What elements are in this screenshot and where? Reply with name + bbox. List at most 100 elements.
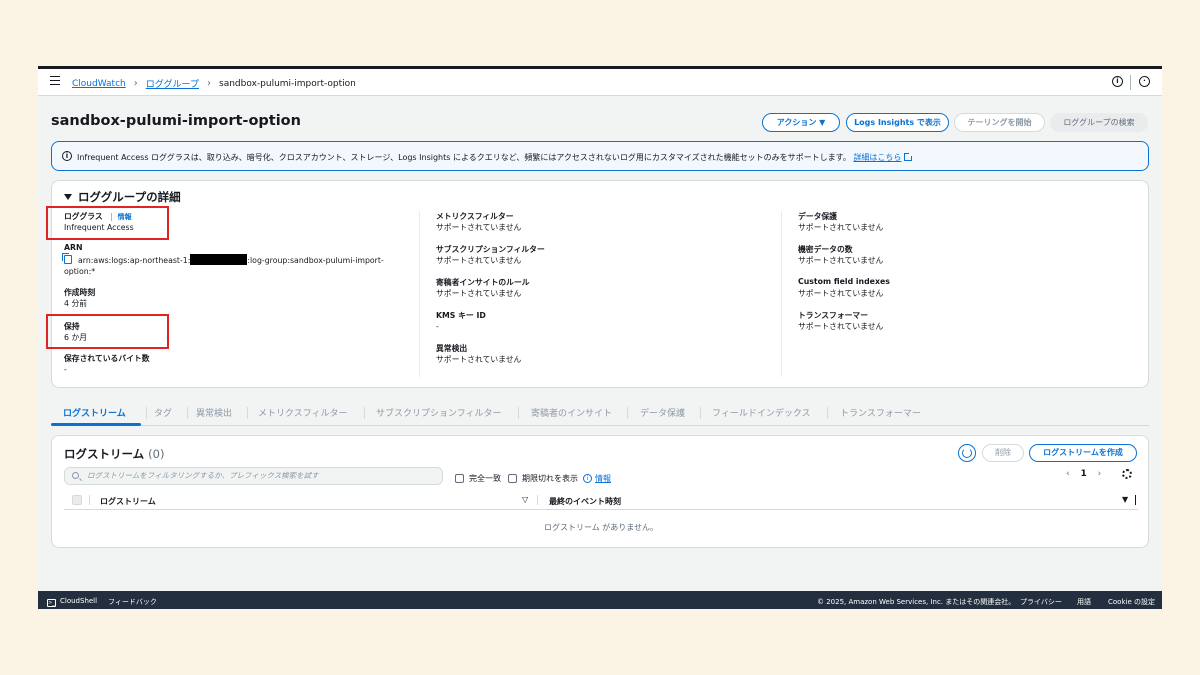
column-header-last-event[interactable]: 最終のイベント時刻 (549, 496, 621, 507)
chevron-right-icon: › (207, 78, 212, 89)
terms-link[interactable]: 用語 (1077, 597, 1091, 607)
stored-bytes-value: - (64, 365, 67, 374)
privacy-link[interactable]: プライバシー (1020, 597, 1062, 607)
sort-descending-icon[interactable]: ▼ (1122, 495, 1128, 504)
breadcrumb: CloudWatch › ロググループ › sandbox-pulumi-imp… (72, 77, 356, 90)
field-kms-key: KMS キー ID - (436, 310, 545, 332)
tab-tags[interactable]: タグ (154, 406, 172, 419)
field-sensitive-data-count: 機密データの数 サポートされていません (798, 244, 890, 266)
breadcrumb-log-groups[interactable]: ロググループ (146, 77, 199, 90)
anomaly-detection-value: サポートされていません (436, 355, 522, 364)
delete-button[interactable]: 削除 (982, 444, 1024, 462)
create-log-stream-button[interactable]: ログストリームを作成 (1029, 444, 1137, 462)
data-protection-value: サポートされていません (798, 223, 884, 232)
settings-icon[interactable]: · (1139, 76, 1150, 87)
select-all-checkbox[interactable] (72, 495, 82, 505)
console-footer: >_ CloudShell フィードバック © 2025, Amazon Web … (38, 591, 1162, 609)
info-icon: i (62, 151, 72, 161)
field-contributor-insights: 寄稿者インサイトのルール サポートされていません (436, 277, 545, 299)
tab-divider (187, 407, 188, 419)
table-header: ログストリーム ▽ 最終のイベント時刻 ▼ (64, 492, 1138, 510)
show-expired-checkbox[interactable]: 期限切れを表示 i 情報 (508, 473, 611, 484)
actions-button[interactable]: アクション ▼ (762, 113, 840, 132)
tab-divider (247, 407, 248, 419)
details-column-3: データ保護 サポートされていません 機密データの数 サポートされていません Cu… (798, 211, 890, 331)
page-title: sandbox-pulumi-import-option (51, 113, 301, 129)
field-stored-bytes: 保存されているバイト数 - (64, 353, 384, 375)
banner-text: Infrequent Access ロググラスは、取り込み、暗号化、クロスアカウ… (77, 153, 851, 162)
custom-field-indexes-value: サポートされていません (798, 289, 884, 298)
field-custom-field-indexes: Custom field indexes サポートされていません (798, 277, 890, 299)
column-divider (781, 211, 782, 377)
tab-data-protection[interactable]: データ保護 (640, 406, 685, 419)
field-data-protection: データ保護 サポートされていません (798, 211, 890, 233)
info-icon: i (583, 474, 592, 483)
tab-transformer[interactable]: トランスフォーマー (840, 406, 921, 419)
field-anomaly-detection: 異常検出 サポートされていません (436, 343, 545, 365)
transformer-label: トランスフォーマー (798, 311, 869, 320)
details-column-2: メトリクスフィルター サポートされていません サブスクリプションフィルター サポ… (436, 211, 545, 364)
terminal-icon: >_ (47, 599, 56, 607)
console-frame: CloudWatch › ロググループ › sandbox-pulumi-imp… (38, 66, 1162, 609)
breadcrumb-current: sandbox-pulumi-import-option (219, 78, 356, 89)
feedback-link[interactable]: フィードバック (108, 597, 157, 607)
learn-more-link[interactable]: 詳細はこちら (853, 152, 914, 162)
empty-state-text: ログストリーム がありません。 (543, 523, 659, 532)
info-banner: i Infrequent Access ロググラスは、取り込み、暗号化、クロスア… (51, 141, 1149, 171)
tab-field-indexes[interactable]: フィールドインデックス (712, 406, 811, 419)
metric-filters-value: サポートされていません (436, 223, 522, 232)
top-bar: CloudWatch › ロググループ › sandbox-pulumi-imp… (38, 69, 1162, 96)
search-icon (72, 472, 79, 479)
tab-metric-filters[interactable]: メトリクスフィルター (258, 406, 348, 419)
copy-icon[interactable] (62, 253, 72, 264)
log-streams-title: ログストリーム (0) (64, 447, 165, 461)
start-tailing-button[interactable]: テーリングを開始 (954, 113, 1045, 132)
menu-icon[interactable] (50, 76, 60, 85)
metric-filters-label: メトリクスフィルター (436, 212, 514, 221)
search-log-group-button[interactable]: ロググループの検索 (1050, 113, 1148, 132)
column-header-log-stream[interactable]: ログストリーム (100, 496, 156, 507)
sensitive-data-count-label: 機密データの数 (798, 245, 853, 254)
tab-subscription-filters[interactable]: サブスクリプションフィルター (376, 406, 502, 419)
kms-key-label: KMS キー ID (436, 311, 486, 320)
pagination: ‹ 1 › (1066, 469, 1101, 479)
page-number[interactable]: 1 (1080, 469, 1086, 479)
column-divider (1135, 495, 1136, 505)
field-created: 作成時刻 4 分前 (64, 287, 384, 309)
refresh-icon[interactable] (958, 444, 976, 462)
cloudshell-button[interactable]: >_ CloudShell (47, 597, 97, 607)
sort-icon[interactable]: ▽ (522, 495, 528, 504)
exact-match-checkbox[interactable]: 完全一致 (455, 473, 501, 484)
logs-insights-button[interactable]: Logs Insights で表示 (846, 113, 949, 132)
next-page-icon[interactable]: › (1098, 469, 1102, 479)
tab-contributor-insights[interactable]: 寄稿者のインサイト (531, 406, 612, 419)
prev-page-icon[interactable]: ‹ (1066, 469, 1070, 479)
breadcrumb-cloudwatch[interactable]: CloudWatch (72, 79, 126, 89)
redacted-account-id (190, 254, 248, 265)
tab-divider (364, 407, 365, 419)
log-stream-search-input[interactable]: ログストリームをフィルタリングするか、プレフィックス検索を試す (64, 467, 443, 485)
log-streams-count: (0) (148, 447, 165, 461)
data-protection-label: データ保護 (798, 212, 837, 221)
field-subscription-filters: サブスクリプションフィルター サポートされていません (436, 244, 545, 266)
info-link[interactable]: 情報 (595, 473, 611, 484)
active-tab-indicator (51, 423, 141, 426)
contributor-insights-label: 寄稿者インサイトのルール (436, 278, 530, 287)
details-toggle[interactable]: ロググループの詳細 (64, 189, 181, 205)
contributor-insights-value: サポートされていません (436, 289, 522, 298)
arn-label: ARN (64, 243, 83, 252)
tab-divider (627, 407, 628, 419)
highlight-box-retention (46, 314, 169, 349)
info-icon[interactable]: i (1112, 76, 1123, 87)
tab-log-streams[interactable]: ログストリーム (63, 406, 126, 419)
field-arn: ARN arn:aws:logs:ap-northeast-1::log-gro… (62, 243, 384, 277)
checkbox-box (455, 474, 464, 483)
tab-anomaly-detection[interactable]: 異常検出 (196, 406, 232, 419)
tab-divider (827, 407, 828, 419)
cookie-settings-link[interactable]: Cookie の設定 (1108, 597, 1155, 607)
gear-icon[interactable] (1122, 469, 1132, 479)
copyright-text: © 2025, Amazon Web Services, Inc. またはその関… (817, 598, 1016, 606)
field-metric-filters: メトリクスフィルター サポートされていません (436, 211, 545, 233)
custom-field-indexes-label: Custom field indexes (798, 277, 890, 286)
arn-value-prefix: arn:aws:logs:ap-northeast-1: (78, 256, 191, 265)
